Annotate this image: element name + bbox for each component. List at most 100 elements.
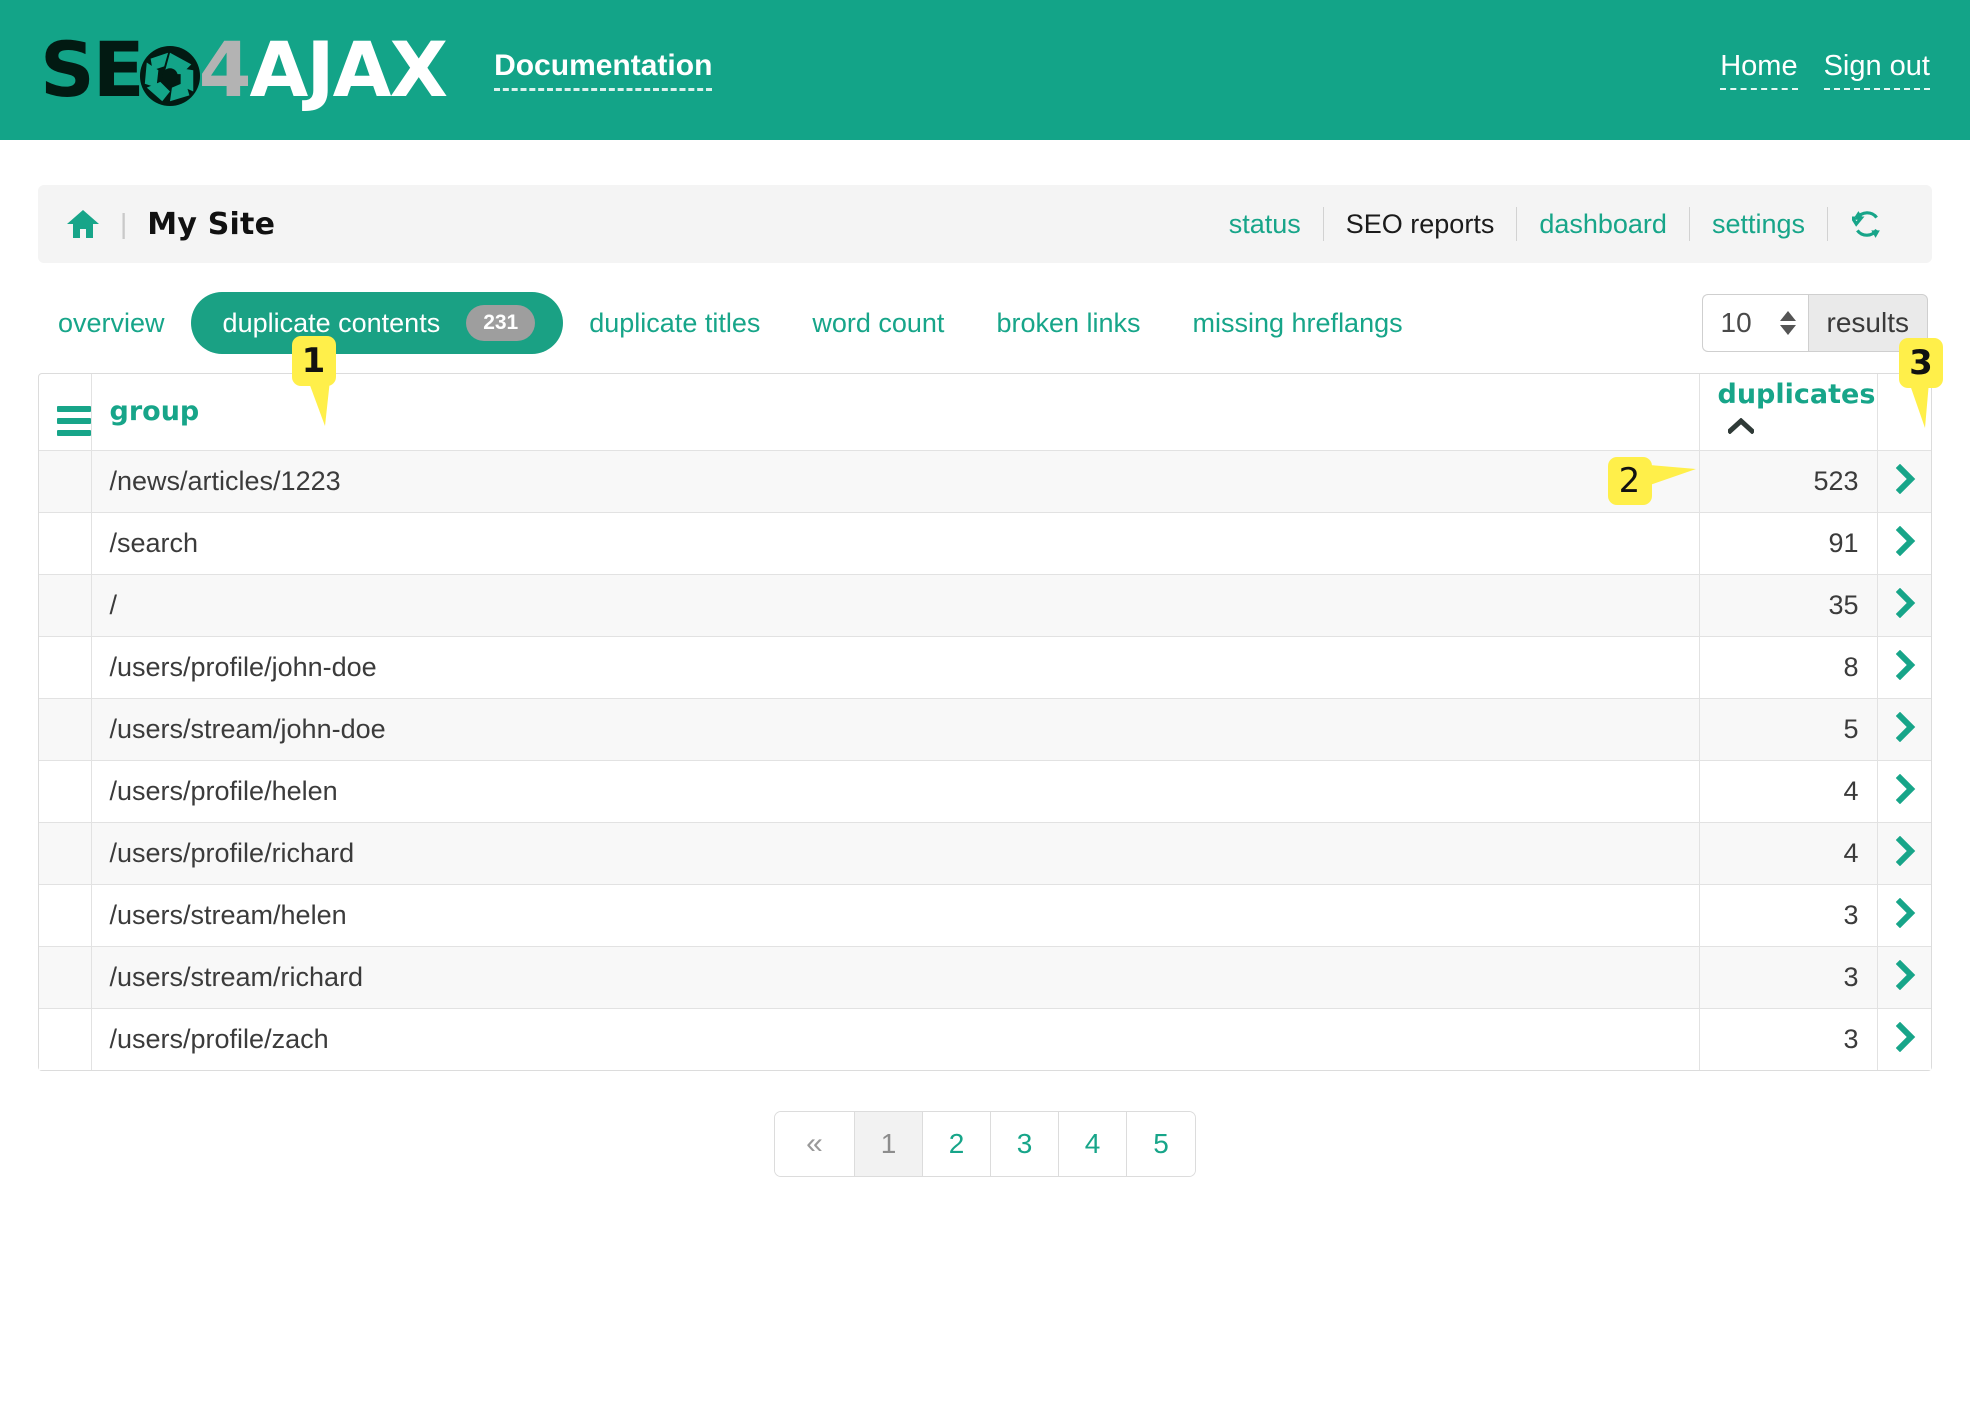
logo-part-4: 4 bbox=[198, 25, 252, 114]
pagination-page-4[interactable]: 4 bbox=[1059, 1112, 1127, 1176]
spinner-up-arrow[interactable] bbox=[1779, 311, 1796, 321]
row-detail-arrow[interactable] bbox=[1876, 884, 1931, 947]
row-duplicates-value: 2 523 bbox=[1607, 450, 1877, 513]
tab-duplicate-contents[interactable]: duplicate contents 231 bbox=[190, 292, 564, 354]
nav-signout-link[interactable]: Sign out bbox=[1823, 50, 1930, 90]
callout-3-number: 3 bbox=[1909, 343, 1933, 383]
chevron-right-icon[interactable] bbox=[1895, 835, 1916, 871]
home-icon[interactable] bbox=[66, 209, 100, 239]
spinner-arrows-icon[interactable] bbox=[1779, 311, 1796, 335]
results-count-value: 10 bbox=[1720, 307, 1752, 338]
nav-home-link[interactable]: Home bbox=[1720, 50, 1798, 90]
row-duplicates-value: 3 bbox=[1698, 1008, 1877, 1070]
chevron-right-icon[interactable] bbox=[1895, 649, 1916, 685]
logo-part-se: SE bbox=[40, 25, 145, 114]
row-menu-cell bbox=[39, 574, 92, 637]
table-row[interactable]: /search 91 bbox=[39, 512, 1931, 575]
row-duplicates-value: 4 bbox=[1698, 822, 1877, 885]
chevron-right-icon[interactable] bbox=[1895, 463, 1916, 499]
row-detail-arrow[interactable] bbox=[1876, 946, 1931, 1009]
results-per-page-control: 10 results bbox=[1701, 294, 1928, 352]
duplicate-contents-table: group 1 duplicates 3 /news/articles/1223… bbox=[38, 336, 1943, 1071]
toolbar-link-seo-reports[interactable]: SEO reports bbox=[1324, 209, 1517, 240]
callout-1-number: 1 bbox=[301, 341, 326, 381]
tab-duplicate-contents-label: duplicate contents bbox=[222, 307, 441, 338]
row-detail-arrow[interactable] bbox=[1876, 636, 1931, 699]
tab-duplicate-titles[interactable]: duplicate titles bbox=[563, 309, 786, 337]
chevron-right-icon[interactable] bbox=[1895, 773, 1916, 809]
toolbar-link-settings[interactable]: settings bbox=[1690, 209, 1827, 240]
row-menu-cell bbox=[39, 698, 92, 761]
chevron-right-icon[interactable] bbox=[1895, 959, 1916, 995]
row-duplicates-value: 8 bbox=[1698, 636, 1877, 699]
column-header-group-label: group bbox=[109, 396, 200, 428]
caret-up-icon[interactable] bbox=[1725, 410, 1756, 441]
row-duplicates-value: 4 bbox=[1698, 760, 1877, 823]
chevron-right-icon[interactable] bbox=[1895, 525, 1916, 561]
tab-missing-hreflangs[interactable]: missing hreflangs bbox=[1167, 309, 1429, 337]
table-row[interactable]: / 35 bbox=[39, 574, 1931, 637]
table-header-row: group 1 duplicates 3 bbox=[39, 336, 1943, 451]
row-detail-arrow[interactable] bbox=[1876, 450, 1931, 513]
callout-2-tail bbox=[1649, 465, 1696, 511]
table-row[interactable]: /users/stream/john-doe 5 bbox=[39, 698, 1931, 761]
row-duplicates-value: 3 bbox=[1698, 884, 1877, 947]
column-menu-toggle[interactable] bbox=[39, 374, 92, 451]
refresh-icon[interactable] bbox=[1828, 209, 1902, 239]
toolbar-link-status[interactable]: status bbox=[1207, 209, 1323, 240]
toolbar-link-dashboard[interactable]: dashboard bbox=[1517, 209, 1689, 240]
documentation-link[interactable]: Documentation bbox=[494, 49, 713, 91]
row-duplicates-number: 523 bbox=[1813, 465, 1859, 496]
pagination-page-5[interactable]: 5 bbox=[1127, 1112, 1195, 1176]
row-duplicates-value: 3 bbox=[1698, 946, 1877, 1009]
tab-broken-links[interactable]: broken links bbox=[970, 309, 1166, 337]
row-menu-cell bbox=[39, 884, 92, 947]
chevron-right-icon[interactable] bbox=[1895, 1021, 1916, 1057]
row-detail-arrow[interactable] bbox=[1876, 760, 1931, 823]
pagination-page-1[interactable]: 1 bbox=[855, 1112, 923, 1176]
table-row[interactable]: /news/articles/1223 2 523 bbox=[39, 450, 1931, 513]
column-header-group[interactable]: group 1 bbox=[91, 336, 1699, 451]
row-group-value: /users/profile/helen bbox=[91, 760, 1699, 823]
column-header-duplicates-label: duplicates bbox=[1717, 379, 1876, 411]
row-detail-arrow[interactable] bbox=[1876, 698, 1931, 761]
table-row[interactable]: /users/profile/john-doe 8 bbox=[39, 636, 1931, 699]
callout-3-tail bbox=[1909, 382, 1949, 428]
brand-logo[interactable]: SE 4 AJAX Documentation bbox=[40, 25, 713, 114]
row-detail-arrow[interactable] bbox=[1876, 1008, 1931, 1070]
table-row[interactable]: /users/profile/zach 3 bbox=[39, 1008, 1931, 1070]
chevron-right-icon[interactable] bbox=[1895, 897, 1916, 933]
row-group-value: /users/stream/helen bbox=[91, 884, 1699, 947]
table-row[interactable]: /users/profile/helen 4 bbox=[39, 760, 1931, 823]
column-header-duplicates[interactable]: duplicates bbox=[1698, 374, 1877, 451]
row-duplicates-value: 35 bbox=[1698, 574, 1877, 637]
tab-overview[interactable]: overview bbox=[38, 309, 191, 337]
chevron-right-icon[interactable] bbox=[1895, 587, 1916, 623]
table-row[interactable]: /users/stream/helen 3 bbox=[39, 884, 1931, 947]
table-row[interactable]: /users/stream/richard 3 bbox=[39, 946, 1931, 1009]
row-duplicates-value: 5 bbox=[1698, 698, 1877, 761]
row-menu-cell bbox=[39, 636, 92, 699]
pagination-prev[interactable]: « bbox=[775, 1112, 855, 1176]
callout-2-number: 2 bbox=[1618, 461, 1641, 501]
row-group-value: /search bbox=[91, 512, 1699, 575]
toolbar-separator: | bbox=[120, 208, 128, 239]
hamburger-menu-icon[interactable] bbox=[57, 405, 91, 436]
aperture-icon bbox=[139, 43, 201, 107]
results-count-input[interactable]: 10 bbox=[1701, 294, 1808, 352]
pagination-page-3[interactable]: 3 bbox=[991, 1112, 1059, 1176]
callout-3: 3 bbox=[1899, 338, 1943, 428]
row-group-value: /users/stream/john-doe bbox=[91, 698, 1699, 761]
callout-1: 1 bbox=[291, 336, 336, 426]
row-group-value: /users/profile/zach bbox=[109, 1023, 329, 1054]
tab-word-count[interactable]: word count bbox=[786, 309, 970, 337]
table-row[interactable]: /users/profile/richard 4 bbox=[39, 822, 1931, 885]
row-detail-arrow[interactable] bbox=[1876, 512, 1931, 575]
row-detail-arrow[interactable] bbox=[1876, 822, 1931, 885]
pagination-page-2[interactable]: 2 bbox=[923, 1112, 991, 1176]
spinner-down-arrow[interactable] bbox=[1779, 325, 1796, 335]
row-group-value: / bbox=[91, 574, 1699, 637]
chevron-right-icon[interactable] bbox=[1895, 711, 1916, 747]
row-detail-arrow[interactable] bbox=[1876, 574, 1931, 637]
site-toolbar: | My Site status SEO reports dashboard s… bbox=[38, 185, 1932, 263]
